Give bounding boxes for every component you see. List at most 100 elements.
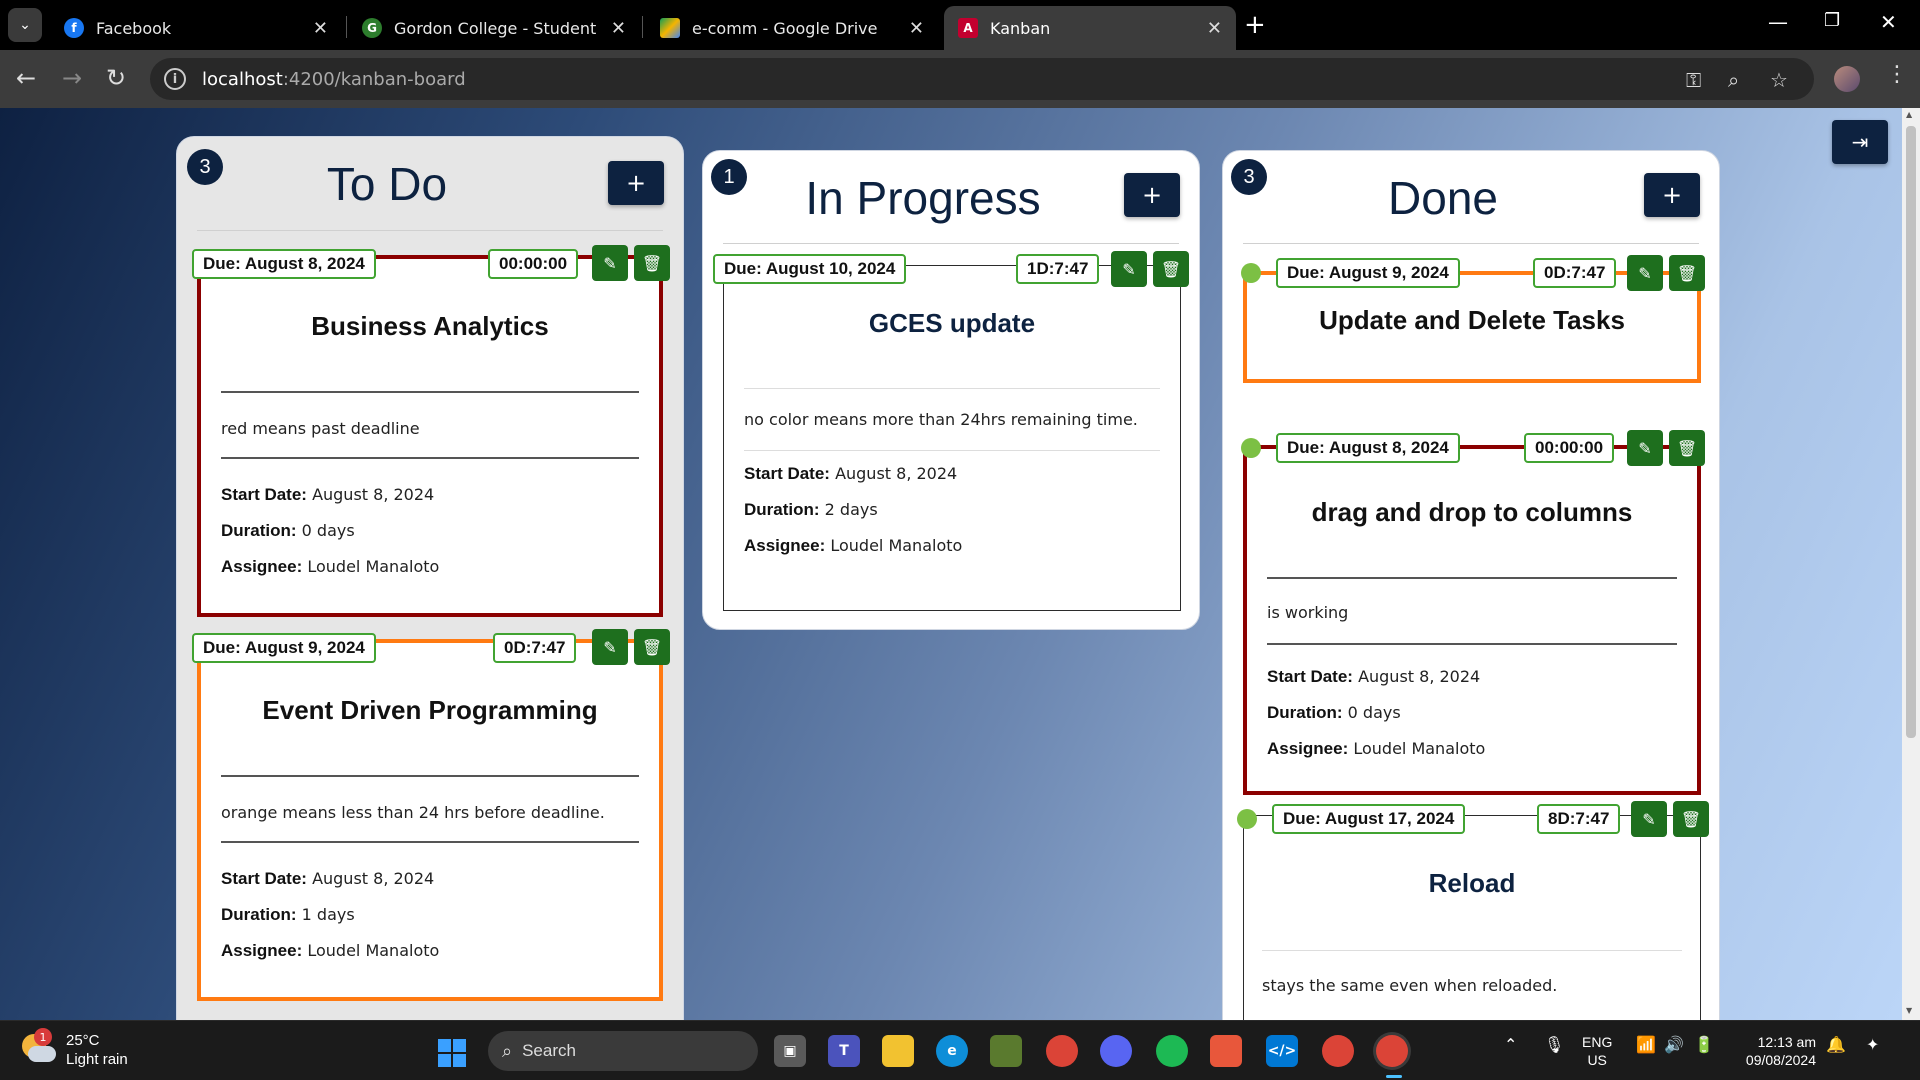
tab-facebook[interactable]: f Facebook ✕: [50, 6, 342, 50]
close-tab-icon[interactable]: ✕: [611, 18, 626, 39]
logout-button[interactable]: ⇥: [1832, 120, 1888, 164]
vscode-icon[interactable]: </>: [1266, 1035, 1298, 1067]
delete-task-button[interactable]: 🗑: [1669, 430, 1705, 466]
tab-search-chevron-icon[interactable]: ⌄: [8, 8, 42, 42]
edit-task-button[interactable]: ✎: [1627, 430, 1663, 466]
windows-start-icon[interactable]: [438, 1039, 466, 1067]
site-info-icon[interactable]: i: [164, 68, 186, 90]
chrome-icon[interactable]: [1046, 1035, 1078, 1067]
column-done: 3 Done + Update and Delete Tasks Due: Au…: [1222, 150, 1720, 1020]
profile-avatar[interactable]: [1834, 66, 1860, 92]
task-card[interactable]: Business Analytics red means past deadli…: [197, 255, 663, 617]
chrome-active-icon[interactable]: [1376, 1035, 1408, 1067]
edit-task-button[interactable]: ✎: [592, 245, 628, 281]
column-in-progress: 1 In Progress + GCES update no color mea…: [702, 150, 1200, 630]
pencil-icon: ✎: [603, 637, 617, 657]
scrollbar-thumb[interactable]: [1906, 126, 1916, 738]
minecraft-icon[interactable]: [990, 1035, 1022, 1067]
add-task-button[interactable]: +: [608, 161, 664, 205]
close-tab-icon[interactable]: ✕: [313, 18, 328, 39]
tab-google-drive[interactable]: e-comm - Google Drive ✕: [646, 6, 938, 50]
new-tab-button[interactable]: +: [1244, 10, 1266, 40]
pencil-icon: ✎: [1638, 263, 1652, 283]
browser-menu-icon[interactable]: ⋮: [1886, 62, 1908, 87]
delete-task-button[interactable]: 🗑: [634, 629, 670, 665]
task-card[interactable]: GCES update no color means more than 24h…: [723, 265, 1181, 611]
facebook-icon: f: [64, 18, 84, 38]
due-date-badge: Due: August 17, 2024: [1272, 804, 1466, 834]
address-toolbar: ← → ↻ i localhost:4200/kanban-board ⚿ ⌕ …: [0, 50, 1920, 108]
password-key-icon[interactable]: ⚿: [1686, 68, 1701, 92]
delete-task-button[interactable]: 🗑: [1673, 801, 1709, 837]
scroll-down-icon[interactable]: ▼: [1906, 1006, 1912, 1015]
task-start-date: Start Date: August 8, 2024: [221, 485, 435, 504]
taskbar-search[interactable]: ⌕ Search: [488, 1031, 758, 1071]
teams-icon[interactable]: T: [828, 1035, 860, 1067]
bookmark-star-icon[interactable]: ☆: [1770, 68, 1788, 92]
language-indicator[interactable]: ENG US: [1582, 1033, 1612, 1069]
trash-icon: 🗑: [1160, 259, 1182, 279]
tray-chevron-icon[interactable]: ⌃: [1504, 1035, 1517, 1054]
minimize-icon[interactable]: —: [1768, 10, 1788, 34]
restore-icon[interactable]: ❐: [1824, 10, 1840, 31]
app-icon[interactable]: [1210, 1035, 1242, 1067]
edit-task-button[interactable]: ✎: [1627, 255, 1663, 291]
pencil-icon: ✎: [603, 253, 617, 273]
battery-icon[interactable]: 🔋: [1694, 1035, 1714, 1054]
system-clock[interactable]: 12:13 am 09/08/2024: [1736, 1033, 1816, 1069]
countdown-timer: 1D:7:47: [1016, 254, 1100, 284]
wifi-icon[interactable]: 📶: [1636, 1035, 1656, 1054]
forward-icon[interactable]: →: [62, 64, 82, 92]
tab-title: e-comm - Google Drive: [692, 18, 878, 38]
trash-icon: 🗑: [641, 253, 663, 273]
scroll-up-icon[interactable]: ▲: [1906, 110, 1912, 119]
edge-icon[interactable]: e: [936, 1035, 968, 1067]
tab-gordon-college[interactable]: G Gordon College - Student ✕: [348, 6, 640, 50]
task-card[interactable]: drag and drop to columns is working Star…: [1243, 445, 1701, 795]
pencil-icon: ✎: [1642, 809, 1656, 829]
spotify-icon[interactable]: [1156, 1035, 1188, 1067]
task-description: orange means less than 24 hrs before dea…: [221, 803, 605, 822]
task-description: is working: [1267, 603, 1349, 622]
task-view-icon[interactable]: ▣: [774, 1035, 806, 1067]
chrome-profile-icon[interactable]: [1322, 1035, 1354, 1067]
column-todo: 3 To Do + Business Analytics red means p…: [176, 136, 684, 1020]
close-tab-icon[interactable]: ✕: [909, 18, 924, 39]
task-card[interactable]: Reload stays the same even when reloaded…: [1243, 815, 1701, 1020]
task-duration: Duration: 2 days: [744, 500, 878, 519]
address-bar[interactable]: i localhost:4200/kanban-board ⚿ ⌕ ☆: [150, 58, 1814, 100]
edit-task-button[interactable]: ✎: [1631, 801, 1667, 837]
task-card[interactable]: Event Driven Programming orange means le…: [197, 639, 663, 1001]
edit-task-button[interactable]: ✎: [1111, 251, 1147, 287]
task-duration: Duration: 0 days: [221, 521, 355, 540]
notification-bell-icon[interactable]: 🔔: [1826, 1035, 1846, 1054]
add-task-button[interactable]: +: [1644, 173, 1700, 217]
trash-icon: 🗑: [1676, 263, 1698, 283]
task-title: Reload: [1428, 868, 1516, 898]
weather-widget[interactable]: 1 25°C Light rain: [20, 1028, 128, 1069]
discord-icon[interactable]: [1100, 1035, 1132, 1067]
task-assignee: Assignee: Loudel Manaloto: [1267, 739, 1486, 758]
delete-task-button[interactable]: 🗑: [1669, 255, 1705, 291]
kanban-page: ⇥ 3 To Do + Business Analytics red means…: [0, 108, 1920, 1020]
tab-kanban[interactable]: A Kanban ✕: [944, 6, 1236, 50]
weather-badge: 1: [34, 1028, 52, 1046]
task-start-date: Start Date: August 8, 2024: [744, 464, 958, 483]
delete-task-button[interactable]: 🗑: [634, 245, 670, 281]
copilot-icon[interactable]: ✦: [1866, 1035, 1879, 1054]
close-window-icon[interactable]: ✕: [1880, 10, 1897, 34]
edit-task-button[interactable]: ✎: [592, 629, 628, 665]
zoom-icon[interactable]: ⌕: [1728, 68, 1739, 92]
delete-task-button[interactable]: 🗑: [1153, 251, 1189, 287]
reload-icon[interactable]: ↻: [106, 64, 126, 92]
close-tab-icon[interactable]: ✕: [1207, 18, 1222, 39]
page-scrollbar[interactable]: ▲ ▼: [1902, 108, 1920, 1020]
due-date-badge: Due: August 8, 2024: [192, 249, 376, 279]
file-explorer-icon[interactable]: [882, 1035, 914, 1067]
countdown-timer: 0D:7:47: [493, 633, 577, 663]
url-text[interactable]: localhost:4200/kanban-board: [202, 69, 466, 90]
add-task-button[interactable]: +: [1124, 173, 1180, 217]
back-icon[interactable]: ←: [16, 64, 36, 92]
volume-icon[interactable]: 🔊: [1664, 1035, 1684, 1054]
microphone-icon[interactable]: 🎙: [1544, 1035, 1564, 1054]
